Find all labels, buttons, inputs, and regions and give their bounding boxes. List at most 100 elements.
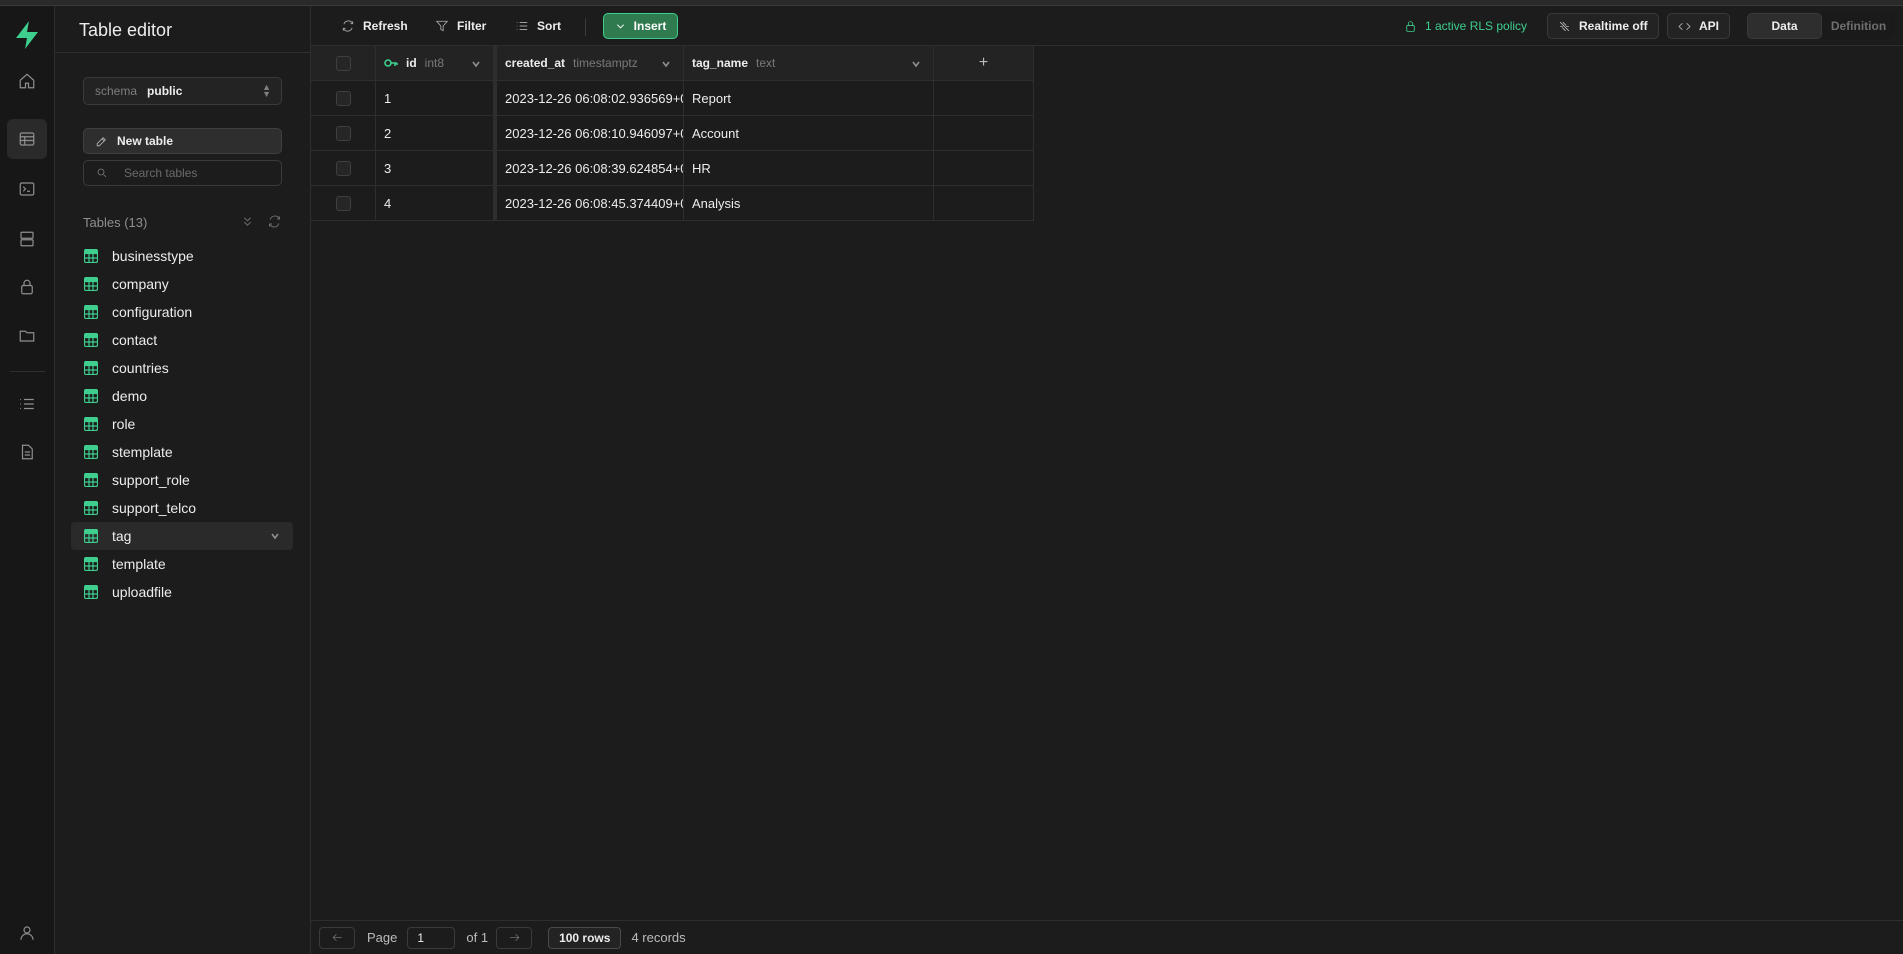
column-type: timestamptz [573, 56, 638, 70]
id-cell[interactable]: 2 [376, 116, 494, 151]
created-at-cell[interactable]: 2023-12-26 06:08:02.936569+00 [494, 81, 684, 116]
sidebar-table-label: businesstype [112, 248, 194, 264]
tag-name-cell[interactable]: Report [684, 81, 934, 116]
schema-value: public [147, 84, 183, 98]
search-tables-input[interactable] [124, 166, 274, 180]
sidebar-table-item[interactable]: uploadfile [71, 578, 293, 606]
schema-selector[interactable]: schema public ▲ ▼ [83, 77, 282, 105]
id-cell[interactable]: 3 [376, 151, 494, 186]
empty-cell [934, 81, 1034, 116]
storage-nav-icon[interactable] [7, 315, 47, 355]
filter-button[interactable]: Filter [435, 14, 486, 38]
home-nav-icon[interactable] [7, 61, 47, 101]
rows-per-page-button[interactable]: 100 rows [548, 926, 622, 949]
select-all-cell [311, 46, 376, 81]
sidebar-table-item[interactable]: configuration [71, 298, 293, 326]
sidebar-table-item[interactable]: demo [71, 382, 293, 410]
created-at-cell[interactable]: 2023-12-26 06:08:39.624854+00 [494, 151, 684, 186]
toolbar-divider [585, 18, 586, 36]
rls-policy-link[interactable]: 1 active RLS policy [1404, 19, 1527, 33]
chevron-down-icon[interactable] [471, 59, 481, 69]
created-at-cell[interactable]: 2023-12-26 06:08:10.946097+00 [494, 116, 684, 151]
select-all-checkbox[interactable] [335, 55, 351, 71]
sidebar-table-label: countries [112, 360, 169, 376]
sidebar-table-item[interactable]: contact [71, 326, 293, 354]
sort-button[interactable]: Sort [515, 14, 561, 38]
sidebar-table-item[interactable]: tag [71, 522, 293, 550]
table-icon [84, 529, 98, 543]
add-column-button[interactable]: + [934, 46, 1034, 81]
sidebar-table-label: support_telco [112, 500, 197, 516]
tab-data[interactable]: Data [1747, 13, 1822, 39]
sidebar-table-label: demo [112, 388, 148, 404]
table-icon [84, 277, 98, 291]
realtime-off-icon [1559, 21, 1570, 31]
updown-chevron-icon: ▲ ▼ [262, 82, 271, 99]
row-checkbox[interactable] [335, 160, 351, 176]
table-icon [84, 249, 98, 263]
column-header-tag-name[interactable]: tag_name text [684, 46, 934, 81]
refresh-tables-icon[interactable] [267, 214, 282, 229]
row-checkbox[interactable] [335, 125, 351, 141]
empty-cell [934, 186, 1034, 221]
page-input[interactable] [407, 926, 456, 949]
sidebar-table-label: configuration [112, 304, 193, 320]
table-icon [84, 585, 98, 599]
row-select-cell [311, 186, 376, 221]
sidebar-table-item[interactable]: company [71, 270, 293, 298]
tab-definition[interactable]: Definition [1822, 13, 1895, 39]
auth-nav-icon[interactable] [7, 267, 47, 307]
docs-nav-icon[interactable] [7, 432, 47, 472]
id-cell[interactable]: 1 [376, 81, 494, 116]
created-at-cell[interactable]: 2023-12-26 06:08:45.374409+00 [494, 186, 684, 221]
sql-editor-nav-icon[interactable] [7, 169, 47, 209]
refresh-button[interactable]: Refresh [341, 14, 408, 38]
sidebar-table-item[interactable]: support_role [71, 466, 293, 494]
column-header-created-at[interactable]: created_at timestamptz [494, 46, 684, 81]
sidebar-table-item[interactable]: businesstype [71, 242, 293, 270]
column-type: int8 [424, 56, 445, 70]
id-cell[interactable]: 4 [376, 186, 494, 221]
plus-icon: + [978, 54, 989, 71]
tag-name-cell[interactable]: HR [684, 151, 934, 186]
tag-name-cell[interactable]: Account [684, 116, 934, 151]
chevron-down-icon[interactable] [911, 59, 921, 69]
tables-count-heading: Tables (13) [83, 215, 148, 230]
lock-icon [1406, 20, 1415, 32]
row-checkbox[interactable] [335, 195, 351, 211]
chevron-down-icon[interactable] [269, 530, 281, 542]
table-icon [84, 557, 98, 571]
records-count: 4 records [631, 930, 686, 945]
previous-page-button[interactable] [319, 926, 355, 949]
logs-nav-icon[interactable] [7, 384, 47, 424]
column-name: created_at [505, 56, 566, 70]
database-nav-icon[interactable] [7, 219, 47, 259]
sidebar-table-item[interactable]: stemplate [71, 438, 293, 466]
realtime-button[interactable]: Realtime off [1547, 13, 1659, 39]
view-toggle: Data Definition [1747, 13, 1895, 39]
api-button[interactable]: API [1667, 13, 1731, 39]
user-icon[interactable] [18, 924, 36, 942]
row-checkbox[interactable] [335, 90, 351, 106]
search-tables-field[interactable] [83, 160, 282, 186]
arrow-right-icon [509, 933, 520, 942]
table-editor-nav-icon[interactable] [7, 119, 47, 159]
insert-button[interactable]: Insert [603, 13, 678, 39]
tag-name-cell[interactable]: Analysis [684, 186, 934, 221]
table-row: 2 2023-12-26 06:08:10.946097+00 Account [311, 116, 1034, 151]
empty-cell [934, 116, 1034, 151]
sidebar-table-item[interactable]: role [71, 410, 293, 438]
chevron-down-icon[interactable] [661, 59, 671, 69]
sidebar-table-label: company [112, 276, 169, 292]
sidebar-table-item[interactable]: countries [71, 354, 293, 382]
supabase-logo-icon[interactable] [14, 20, 40, 50]
next-page-button[interactable] [496, 926, 533, 949]
sidebar-table-item[interactable]: template [71, 550, 293, 578]
nav-rail [0, 6, 55, 954]
column-header-id[interactable]: id int8 [376, 46, 494, 81]
sidebar-table-label: uploadfile [112, 584, 172, 600]
new-table-button[interactable]: New table [83, 128, 282, 154]
sidebar-table-item[interactable]: support_telco [71, 494, 293, 522]
column-name: id [406, 56, 417, 70]
collapse-all-icon[interactable] [240, 214, 255, 229]
